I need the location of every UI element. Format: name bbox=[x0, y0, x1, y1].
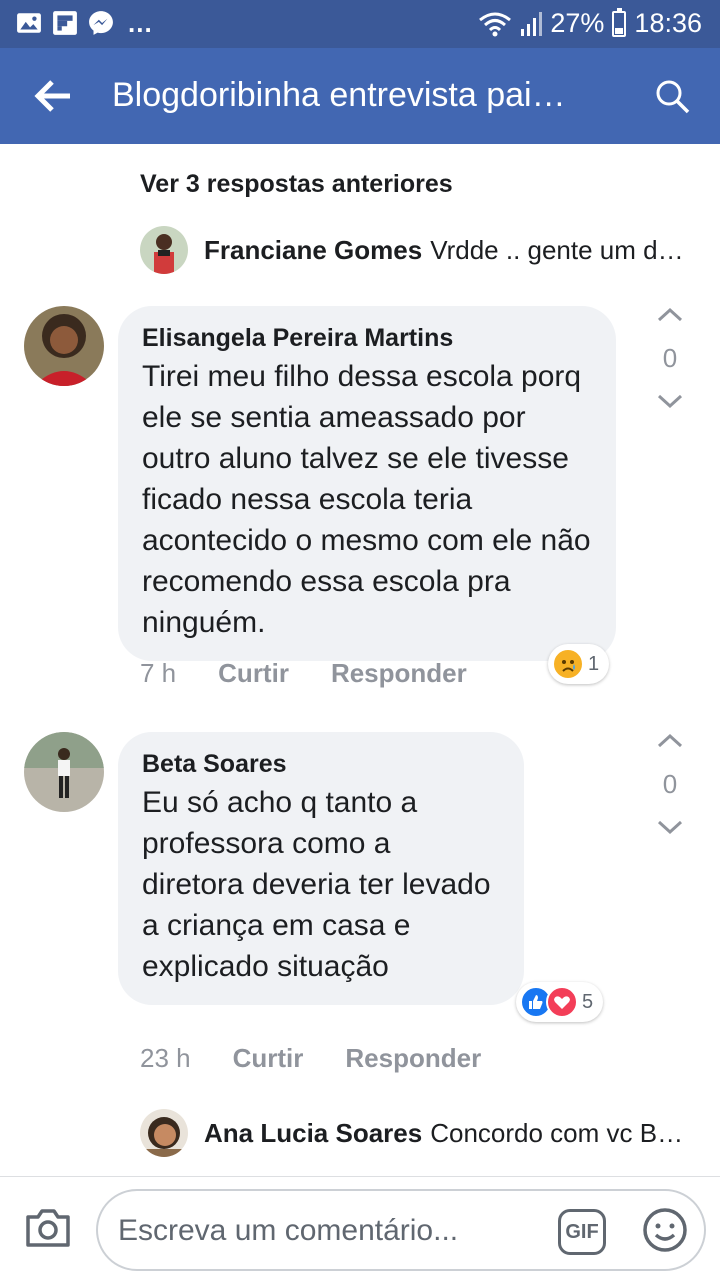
battery-icon bbox=[612, 7, 627, 37]
like-button[interactable]: Curtir bbox=[218, 658, 289, 689]
comment-text: Tirei meu filho dessa escola porq ele se… bbox=[142, 360, 591, 639]
comment-author[interactable]: Beta Soares bbox=[142, 748, 500, 780]
reply-snippet: Vrdde .. gente um di… bbox=[430, 234, 685, 265]
clock: 18:36 bbox=[634, 8, 702, 38]
comment-composer: GIF bbox=[0, 1176, 720, 1280]
comment-input[interactable] bbox=[118, 1209, 538, 1253]
like-button[interactable]: Curtir bbox=[233, 1043, 304, 1074]
vote-score: 0 bbox=[662, 343, 678, 373]
status-bar: ... 27% 18:36 bbox=[0, 0, 720, 48]
comment-input-container[interactable]: GIF bbox=[96, 1189, 706, 1271]
reply-author[interactable]: Ana Lucia Soares bbox=[204, 1118, 422, 1148]
reply-author[interactable]: Franciane Gomes bbox=[204, 235, 422, 265]
comment-text: Eu só acho q tanto a professora como a d… bbox=[142, 786, 491, 983]
flipboard-icon bbox=[53, 11, 77, 35]
comment-bubble: Beta Soares Eu só acho q tanto a profess… bbox=[118, 732, 524, 1005]
gallery-icon bbox=[17, 13, 41, 33]
reply-preview[interactable]: Ana Lucia Soares Concordo com vc B… bbox=[140, 1109, 685, 1157]
signal-icon bbox=[521, 11, 543, 36]
reply-preview-text: Ana Lucia Soares Concordo com vc B… bbox=[204, 1118, 683, 1149]
comments-thread: Ver 3 respostas anteriores Franciane Gom… bbox=[0, 144, 720, 1176]
downvote-chevron-icon[interactable] bbox=[648, 386, 692, 416]
reply-button[interactable]: Responder bbox=[345, 1043, 481, 1074]
vote-widget: 0 bbox=[648, 300, 692, 416]
comment-bubble: Elisangela Pereira Martins Tirei meu fil… bbox=[118, 306, 616, 661]
upvote-chevron-icon[interactable] bbox=[648, 726, 692, 756]
reaction-count: 5 bbox=[582, 990, 594, 1013]
reply-button[interactable]: Responder bbox=[331, 658, 467, 689]
camera-icon[interactable] bbox=[24, 1205, 72, 1249]
avatar[interactable] bbox=[140, 226, 188, 274]
vote-widget: 0 bbox=[648, 726, 692, 842]
view-previous-replies-link[interactable]: Ver 3 respostas anteriores bbox=[140, 170, 453, 199]
reaction-count: 1 bbox=[588, 652, 600, 675]
reply-snippet: Concordo com vc B… bbox=[430, 1117, 684, 1148]
app-bar: Blogdoribinha entrevista pai… bbox=[0, 48, 720, 144]
back-arrow-icon[interactable] bbox=[30, 76, 74, 116]
reactions-summary[interactable]: 1 bbox=[548, 644, 610, 684]
battery-percent: 27% bbox=[550, 8, 605, 38]
sad-reaction-icon bbox=[552, 648, 584, 680]
reactions-summary[interactable]: 5 bbox=[516, 982, 604, 1022]
comment-actions: 7 h Curtir Responder bbox=[140, 658, 509, 689]
messenger-icon bbox=[89, 11, 113, 35]
comment-actions: 23 h Curtir Responder bbox=[140, 1043, 523, 1074]
page-title: Blogdoribinha entrevista pai… bbox=[112, 76, 566, 114]
gif-button[interactable]: GIF bbox=[558, 1209, 606, 1255]
avatar[interactable] bbox=[24, 306, 104, 386]
wifi-icon bbox=[479, 12, 512, 36]
reply-preview-text: Franciane Gomes Vrdde .. gente um di… bbox=[204, 235, 685, 266]
emoji-icon[interactable] bbox=[642, 1207, 688, 1253]
comment-author[interactable]: Elisangela Pereira Martins bbox=[142, 322, 592, 354]
avatar[interactable] bbox=[24, 732, 104, 812]
search-icon[interactable] bbox=[652, 76, 692, 116]
downvote-chevron-icon[interactable] bbox=[648, 812, 692, 842]
more-notifications: ... bbox=[128, 8, 153, 38]
upvote-chevron-icon[interactable] bbox=[648, 300, 692, 330]
love-reaction-icon bbox=[546, 986, 578, 1018]
comment-timestamp: 23 h bbox=[140, 1043, 191, 1073]
comment-timestamp: 7 h bbox=[140, 658, 177, 688]
reply-preview[interactable]: Franciane Gomes Vrdde .. gente um di… bbox=[140, 226, 685, 274]
vote-score: 0 bbox=[662, 769, 678, 799]
avatar[interactable] bbox=[140, 1109, 188, 1157]
